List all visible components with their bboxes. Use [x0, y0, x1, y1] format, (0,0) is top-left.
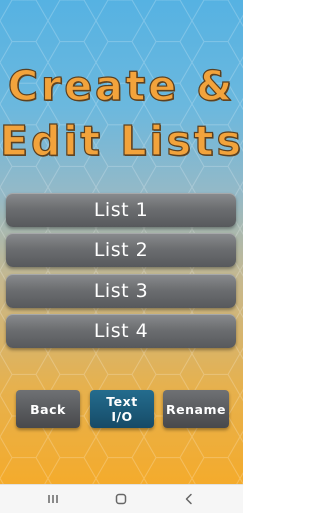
app-screen: Create & Edit Lists List 1 List 2 List 3… — [0, 0, 243, 484]
list-3-button[interactable]: List 3 — [6, 274, 236, 308]
page-title-line-1: Create & — [7, 61, 236, 110]
text-io-button[interactable]: Text I/O — [90, 390, 154, 428]
home-icon[interactable] — [113, 491, 129, 507]
page-title-line-2: Edit Lists — [0, 116, 243, 165]
text-io-label-line-2: I/O — [111, 409, 133, 424]
list-4-button[interactable]: List 4 — [6, 314, 236, 348]
system-navigation-bar — [0, 484, 243, 513]
list-2-button[interactable]: List 2 — [6, 233, 236, 267]
text-io-label-line-1: Text — [106, 394, 138, 409]
list-1-button[interactable]: List 1 — [6, 193, 236, 227]
rename-button[interactable]: Rename — [163, 390, 229, 428]
recents-icon[interactable] — [45, 491, 61, 507]
back-icon[interactable] — [181, 491, 197, 507]
back-button[interactable]: Back — [16, 390, 80, 428]
